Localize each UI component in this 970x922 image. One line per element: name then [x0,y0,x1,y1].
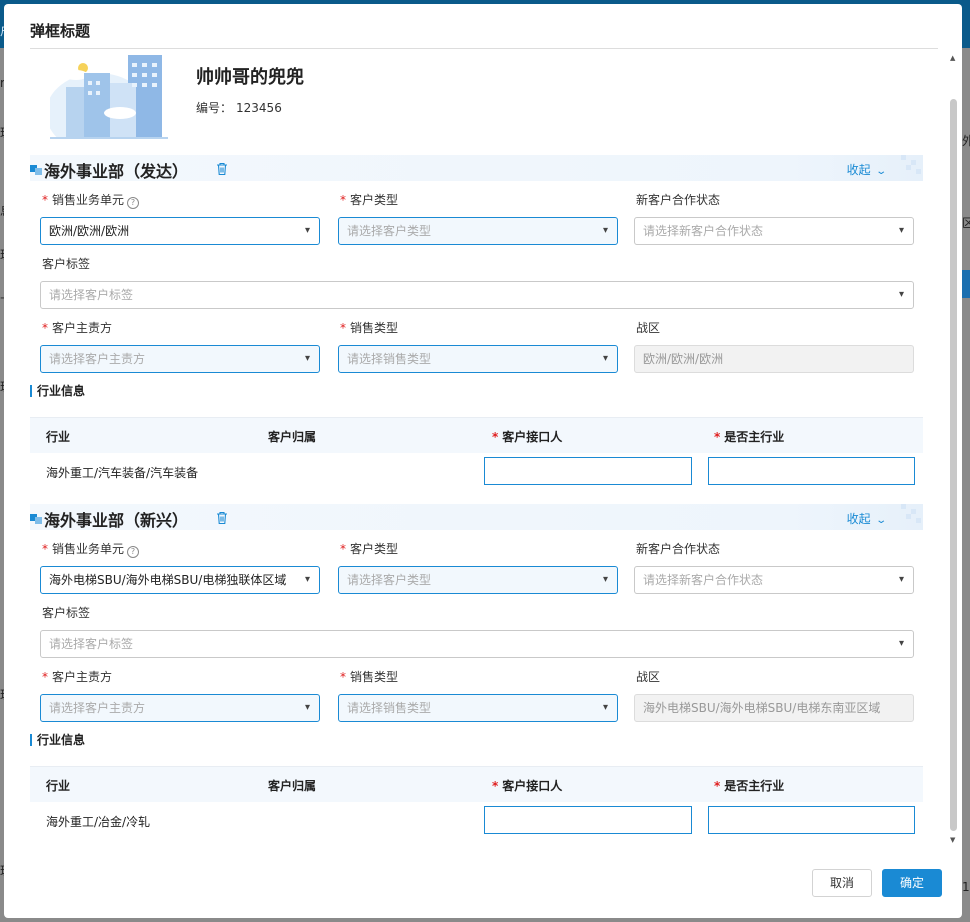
dialog-body[interactable]: 帅帅哥的兜兜 编号： 123456 海外事业部（发达） 收起 ⌄ * 销售业务单… [4,49,962,849]
trash-icon[interactable] [216,511,228,525]
background-text: 区 [962,216,970,230]
label-sales-type: * 销售类型 [340,670,399,684]
label-customer-tag: 客户标签 [42,257,91,271]
question-circle-icon[interactable]: ? [127,197,140,209]
section-emerging: 海外事业部（新兴） 收起 ⌄ * 销售业务单元? 海外电梯SBU/海外电梯SBU/电… [30,504,923,844]
column-industry: 行业 [46,779,71,793]
cancel-button[interactable]: 取消 [812,869,872,897]
dialog-title: 弹框标题 [30,22,91,40]
background-text: 外 [962,134,970,148]
customer-number: 编号： 123456 [196,99,282,116]
customer-owner-select[interactable]: 请选择客户主责方 ▾ [40,345,320,373]
industry-cell: 海外重工/冶金/冷轧 [46,815,151,829]
label-sales-unit: * 销售业务单元? [42,191,140,209]
customer-name: 帅帅哥的兜兜 [196,67,304,88]
customer-type-select[interactable]: 请选择客户类型 ▾ [338,566,618,594]
section-square-icon [30,163,42,175]
new-customer-status-select[interactable]: 请选择新客户合作状态 ▾ [634,217,914,245]
industry-info-title: 行业信息 [30,734,85,746]
customer-tag-select[interactable]: 请选择客户标签 ▾ [40,281,914,309]
dialog: 弹框标题 帅帅哥的兜兜 编号： 123456 海外事业部（发达） 收起 ⌄ * … [4,4,962,918]
industry-table-header: 行业 客户归属 * 客户接口人 * 是否主行业 [30,417,923,453]
label-customer-owner: * 客户主责方 [42,670,113,684]
customer-type-select[interactable]: 请选择客户类型 ▾ [338,217,618,245]
background-text: 1 [962,880,970,894]
building-illustration [50,55,168,139]
new-customer-status-select[interactable]: 请选择新客户合作状态 ▾ [634,566,914,594]
main-industry-input[interactable] [708,457,915,485]
scroll-up-icon[interactable]: ▲ [950,54,955,62]
pattern-decoration-icon [901,504,921,523]
label-sales-unit: * 销售业务单元? [42,540,140,558]
label-new-customer-status: 新客户合作状态 [636,542,721,556]
chevron-down-icon: ▾ [602,574,608,585]
label-customer-type: * 客户类型 [340,193,399,207]
war-zone-field: 欧洲/欧洲/欧洲 [634,345,914,373]
label-customer-owner: * 客户主责方 [42,321,113,335]
column-main-industry: * 是否主行业 [714,779,785,793]
chevron-down-icon: ▾ [304,353,310,364]
collapse-label: 收起 [846,512,871,526]
section-title: 海外事业部（发达） [44,162,189,181]
customer-owner-select[interactable]: 请选择客户主责方 ▾ [40,694,320,722]
chevron-down-icon: ▾ [304,702,310,713]
section-developed: 海外事业部（发达） 收起 ⌄ * 销售业务单元? 欧洲/欧洲/欧洲 ▾ * 客户类型 请… [30,155,923,485]
confirm-button[interactable]: 确定 [882,869,942,897]
chevron-down-icon: ▾ [602,353,608,364]
chevron-down-icon: ⌄ [874,166,887,177]
column-contact-person: * 客户接口人 [492,779,563,793]
vertical-scrollbar[interactable]: ▲ ▼ [948,54,958,844]
scrollbar-thumb[interactable] [950,99,957,831]
section-header: 海外事业部（新兴） 收起 ⌄ [30,504,923,530]
scroll-down-icon[interactable]: ▼ [950,836,955,844]
sales-type-select[interactable]: 请选择销售类型 ▾ [338,345,618,373]
collapse-toggle[interactable]: 收起 ⌄ [846,161,887,178]
label-sales-type: * 销售类型 [340,321,399,335]
contact-person-input[interactable] [484,806,692,834]
collapse-label: 收起 [846,163,871,177]
question-circle-icon[interactable]: ? [127,546,140,558]
contact-person-input[interactable] [484,457,692,485]
chevron-down-icon: ▾ [898,225,904,236]
label-customer-type: * 客户类型 [340,542,399,556]
label-war-zone: 战区 [636,321,661,335]
main-industry-input[interactable] [708,806,915,834]
war-zone-field: 海外电梯SBU/海外电梯SBU/电梯东南亚区域 [634,694,914,722]
sales-type-select[interactable]: 请选择销售类型 ▾ [338,694,618,722]
industry-info-title: 行业信息 [30,385,85,397]
chevron-down-icon: ▾ [898,289,904,300]
collapse-toggle[interactable]: 收起 ⌄ [846,510,887,527]
customer-number-value: 123456 [236,101,282,115]
pattern-decoration-icon [901,155,921,174]
chevron-down-icon: ▾ [898,638,904,649]
label-war-zone: 战区 [636,670,661,684]
label-customer-tag: 客户标签 [42,606,91,620]
column-customer-ownership: 客户归属 [268,779,317,793]
column-customer-ownership: 客户归属 [268,430,317,444]
sales-unit-select[interactable]: 欧洲/欧洲/欧洲 ▾ [40,217,320,245]
trash-icon[interactable] [216,162,228,176]
chevron-down-icon: ▾ [602,225,608,236]
customer-tag-select[interactable]: 请选择客户标签 ▾ [40,630,914,658]
sales-unit-select[interactable]: 海外电梯SBU/海外电梯SBU/电梯独联体区域 ▾ [40,566,320,594]
column-contact-person: * 客户接口人 [492,430,563,444]
industry-cell: 海外重工/汽车装备/汽车装备 [46,466,199,480]
chevron-down-icon: ▾ [602,702,608,713]
industry-table-header: 行业 客户归属 * 客户接口人 * 是否主行业 [30,766,923,802]
section-header: 海外事业部（发达） 收起 ⌄ [30,155,923,181]
column-main-industry: * 是否主行业 [714,430,785,444]
label-new-customer-status: 新客户合作状态 [636,193,721,207]
section-title: 海外事业部（新兴） [44,511,189,530]
background-active-tab [962,270,970,298]
chevron-down-icon: ▾ [304,574,310,585]
chevron-down-icon: ▾ [898,574,904,585]
column-industry: 行业 [46,430,71,444]
chevron-down-icon: ⌄ [874,515,887,526]
customer-number-label: 编号： [196,101,233,115]
chevron-down-icon: ▾ [304,225,310,236]
section-square-icon [30,512,42,524]
